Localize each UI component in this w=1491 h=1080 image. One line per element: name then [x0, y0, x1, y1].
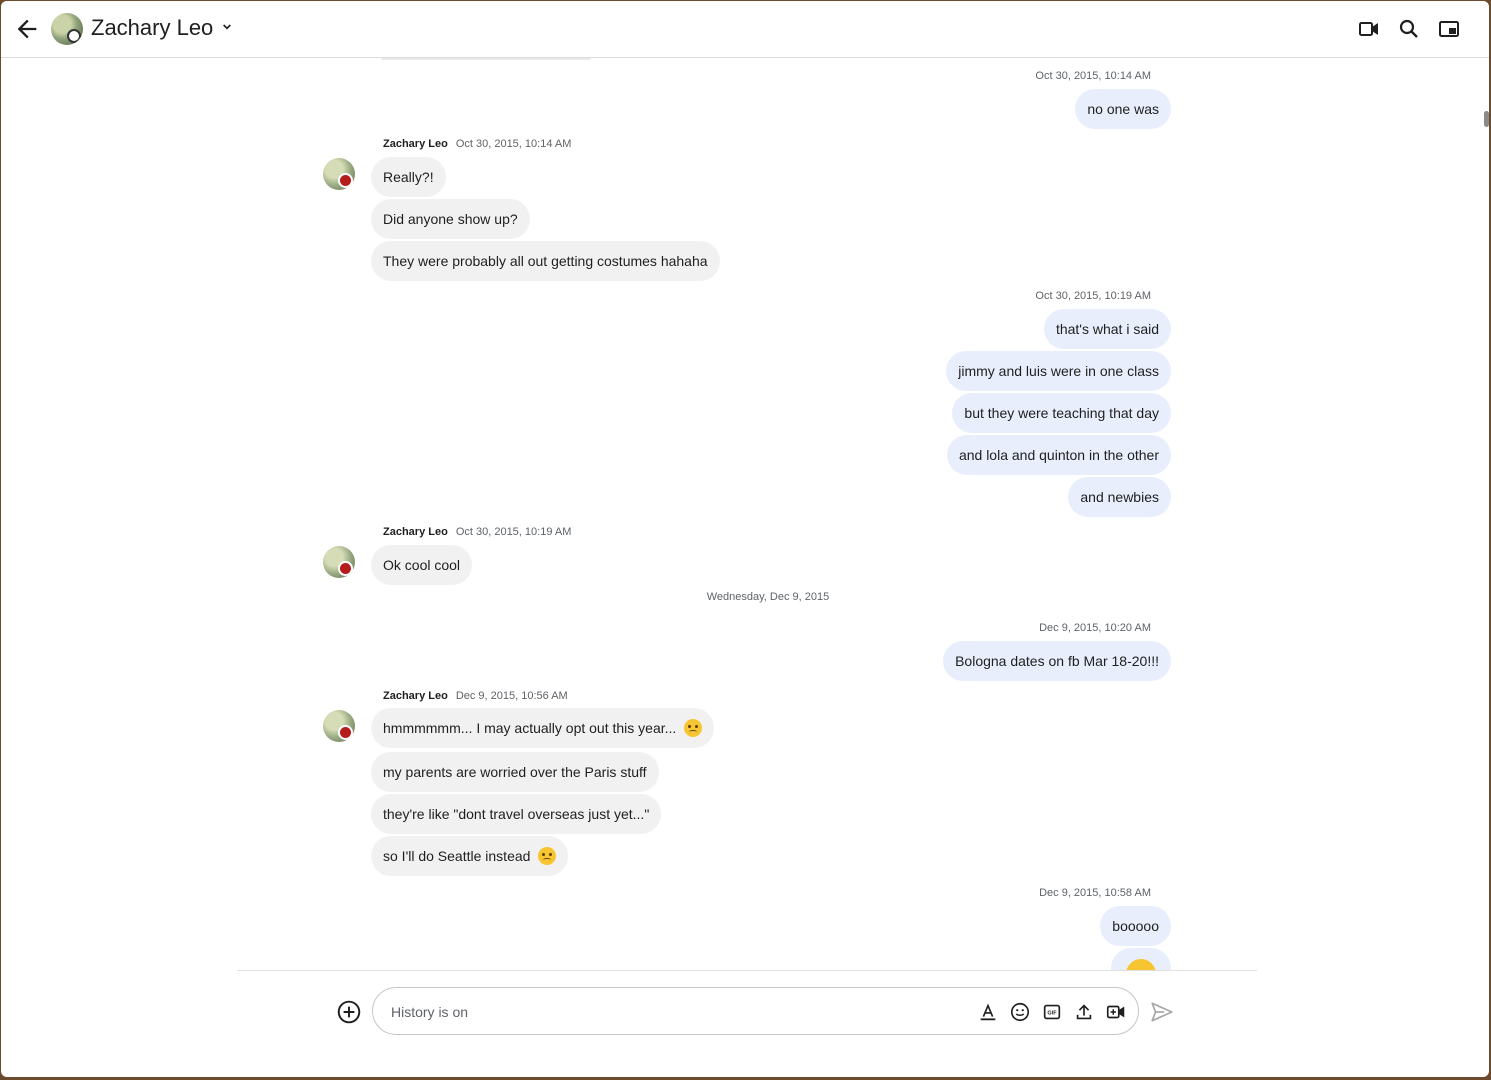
chat-window: Zachary Leo Oct 30, 2015, 10:14 AM no on… — [1, 1, 1489, 1077]
sender-avatar[interactable] — [323, 710, 355, 742]
message-list[interactable]: Oct 30, 2015, 10:14 AM no one was Zachar… — [1, 58, 1489, 970]
contact-name[interactable]: Zachary Leo — [91, 15, 213, 41]
chevron-down-icon[interactable] — [219, 19, 235, 35]
back-arrow-icon[interactable] — [13, 15, 41, 43]
bubble-text: hmmmmmm... I may actually opt out this y… — [383, 720, 677, 736]
emoji-icon — [1126, 959, 1156, 970]
my-message-bubble[interactable]: no one was — [1075, 89, 1171, 129]
sender-line: Zachary Leo Oct 30, 2015, 10:19 AM — [383, 526, 571, 538]
my-message-bubble[interactable]: that's what i said — [1043, 309, 1171, 349]
emoji-icon[interactable] — [1009, 1001, 1031, 1023]
their-message-bubble[interactable]: so I'll do Seattle instead — [371, 836, 569, 876]
search-icon[interactable] — [1397, 17, 1421, 41]
add-icon[interactable] — [336, 999, 362, 1025]
their-message-bubble[interactable]: hmmmmmm... I may actually opt out this y… — [371, 708, 715, 748]
sender-name: Zachary Leo — [383, 690, 448, 702]
send-icon[interactable] — [1149, 999, 1175, 1025]
disappointed-face-emoji-icon — [684, 719, 703, 737]
sender-name: Zachary Leo — [383, 526, 448, 538]
their-message-bubble[interactable]: Really?! — [371, 157, 446, 197]
their-message-bubble[interactable]: They were probably all out getting costu… — [371, 241, 720, 281]
chat-header: Zachary Leo — [1, 1, 1489, 58]
sender-avatar[interactable] — [323, 546, 355, 578]
message-timestamp: Oct 30, 2015, 10:19 AM — [455, 526, 572, 538]
my-emoji-bubble[interactable] — [1111, 948, 1171, 970]
confused-face-emoji-icon — [538, 847, 557, 865]
format-text-icon[interactable] — [977, 1001, 999, 1023]
sender-name: Zachary Leo — [383, 138, 448, 150]
message-timestamp: Oct 30, 2015, 10:14 AM — [1035, 70, 1151, 82]
my-message-bubble[interactable]: and newbies — [1068, 477, 1171, 517]
my-message-bubble[interactable]: and lola and quinton in the other — [946, 435, 1171, 475]
previous-bubble-edge — [381, 58, 591, 60]
their-message-bubble[interactable]: Did anyone show up? — [371, 199, 530, 239]
their-message-bubble[interactable]: my parents are worried over the Paris st… — [371, 752, 659, 792]
bubble-text: so I'll do Seattle instead — [383, 848, 531, 864]
my-message-bubble[interactable]: booooo — [1100, 906, 1171, 946]
sender-line: Zachary Leo Oct 30, 2015, 10:14 AM — [383, 138, 571, 150]
picture-in-picture-icon[interactable] — [1437, 17, 1461, 41]
sender-avatar[interactable] — [323, 158, 355, 190]
message-timestamp: Oct 30, 2015, 10:19 AM — [1035, 290, 1151, 302]
their-message-bubble[interactable]: they're like "dont travel overseas just … — [371, 794, 662, 834]
my-message-bubble[interactable]: jimmy and luis were in one class — [946, 351, 1171, 391]
message-input[interactable] — [389, 1000, 953, 1024]
gif-icon[interactable]: GIF — [1041, 1001, 1063, 1023]
their-message-bubble[interactable]: Ok cool cool — [371, 545, 473, 585]
message-timestamp: Dec 9, 2015, 10:20 AM — [1039, 622, 1151, 634]
video-call-icon[interactable] — [1357, 17, 1381, 41]
composer-divider — [237, 970, 1257, 971]
video-meeting-icon[interactable] — [1105, 1001, 1127, 1023]
my-message-bubble[interactable]: but they were teaching that day — [952, 393, 1171, 433]
my-message-bubble[interactable]: Bologna dates on fb Mar 18-20!!! — [943, 641, 1171, 681]
sender-line: Zachary Leo Dec 9, 2015, 10:56 AM — [383, 690, 568, 702]
message-timestamp: Dec 9, 2015, 10:56 AM — [455, 690, 568, 702]
contact-avatar[interactable] — [51, 13, 83, 45]
svg-text:GIF: GIF — [1047, 1010, 1057, 1016]
date-divider: Wednesday, Dec 9, 2015 — [706, 591, 830, 603]
message-timestamp: Dec 9, 2015, 10:58 AM — [1039, 887, 1151, 899]
upload-icon[interactable] — [1073, 1001, 1095, 1023]
message-timestamp: Oct 30, 2015, 10:14 AM — [455, 138, 572, 150]
message-composer[interactable]: GIF — [372, 987, 1139, 1035]
